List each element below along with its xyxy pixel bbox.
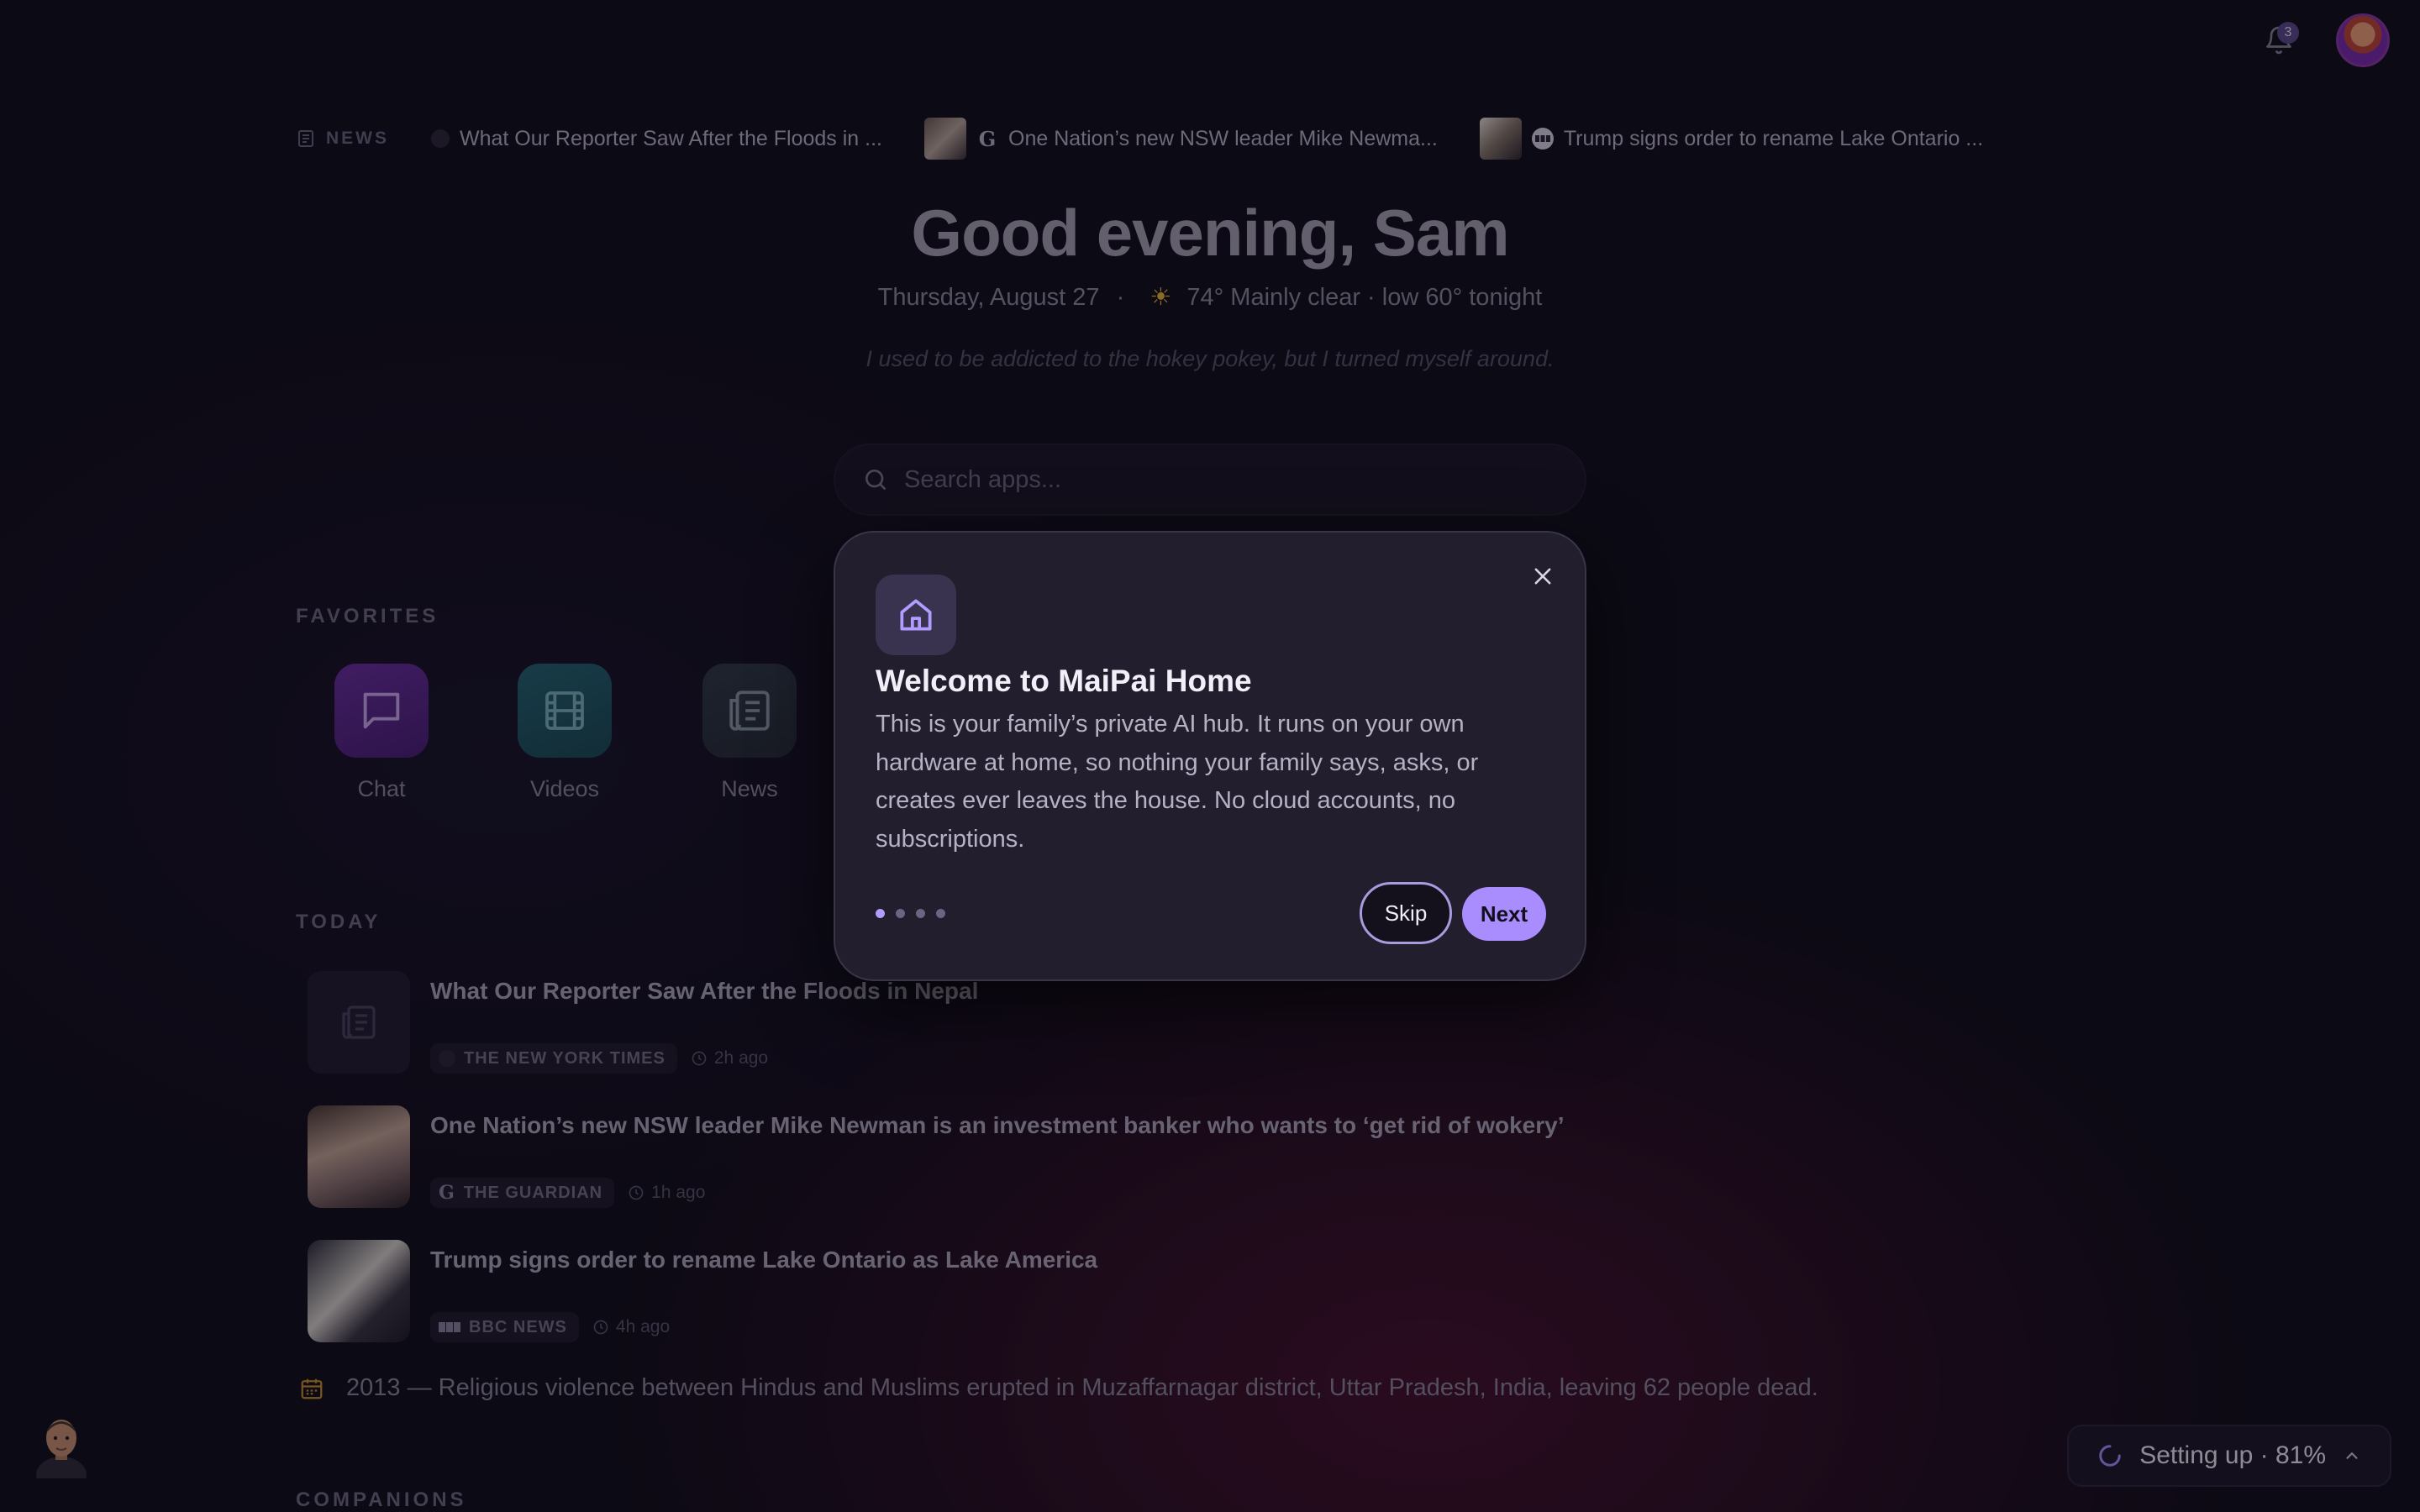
home-icon-tile [876, 575, 956, 655]
step-dot-active [876, 909, 885, 918]
step-dot [916, 909, 925, 918]
dialog-body: This is your family’s private AI hub. It… [876, 711, 1479, 853]
step-dot [896, 909, 905, 918]
next-button[interactable]: Next [1462, 887, 1546, 941]
close-icon [1534, 568, 1551, 585]
welcome-dialog: Welcome to MaiPai Home This is your fami… [834, 531, 1586, 981]
dialog-title: Welcome to MaiPai Home [876, 664, 1252, 698]
home-icon [900, 599, 932, 631]
skip-button[interactable]: Skip [1360, 882, 1452, 944]
close-button[interactable] [1526, 559, 1560, 593]
step-indicator [876, 909, 945, 918]
step-dot [936, 909, 945, 918]
